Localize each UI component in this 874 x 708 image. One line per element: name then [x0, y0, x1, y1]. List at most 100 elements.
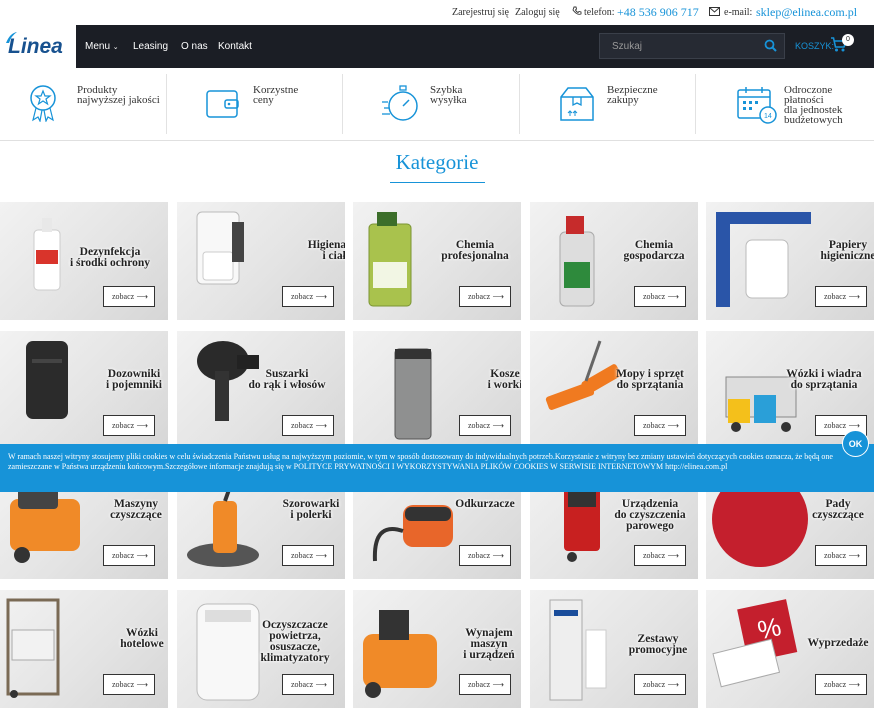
category-tile[interactable]: Dozowniki i pojemniki zobacz ⟶ [0, 331, 168, 449]
category-title-line: czyszczące [812, 509, 864, 521]
view-button-label: zobacz [112, 680, 135, 689]
category-title: Pady czyszczące [794, 498, 874, 521]
category-tile[interactable]: Wózki hotelowe zobacz ⟶ [0, 590, 168, 708]
category-title-line: parowego [626, 520, 674, 532]
view-category-button[interactable]: zobacz ⟶ [634, 545, 686, 566]
benefit-safe: Bezpieczne zakupy [520, 68, 695, 140]
view-button-label: zobacz [468, 421, 491, 430]
cookie-ok-button[interactable]: OK [842, 430, 869, 457]
view-category-button[interactable]: zobacz ⟶ [282, 545, 334, 566]
category-title-line: i pojemniki [106, 379, 162, 391]
view-button-label: zobacz [291, 421, 314, 430]
view-button-label: zobacz [468, 292, 491, 301]
top-bar: Zarejestruj się Zaloguj się telefon: +48… [0, 0, 874, 25]
nav-leasing[interactable]: Leasing [133, 41, 168, 52]
arrow-right-icon: ⟶ [136, 292, 148, 301]
view-category-button[interactable]: zobacz ⟶ [103, 286, 155, 307]
view-category-button[interactable]: zobacz ⟶ [103, 545, 155, 566]
view-category-button[interactable]: zobacz ⟶ [459, 545, 511, 566]
view-category-button[interactable]: zobacz ⟶ [459, 415, 511, 436]
arrow-right-icon: ⟶ [492, 551, 504, 560]
category-title: Chemia profesjonalna [431, 239, 519, 262]
benefit-quality: Produkty najwyższej jakości [0, 68, 166, 140]
view-category-button[interactable]: zobacz ⟶ [634, 286, 686, 307]
benefit-line: budżetowych [784, 114, 843, 126]
search-icon[interactable] [764, 39, 777, 52]
view-category-button[interactable]: zobacz ⟶ [103, 415, 155, 436]
view-category-button[interactable]: zobacz ⟶ [282, 415, 334, 436]
calendar-icon: 14 [737, 87, 777, 124]
phone-icon [572, 6, 582, 19]
view-category-button[interactable]: zobacz ⟶ [103, 674, 155, 695]
stopwatch-icon [382, 85, 418, 121]
cart-label[interactable]: KOSZYK: [795, 41, 834, 51]
category-title-line: i ciała [322, 250, 345, 262]
view-category-button[interactable]: zobacz ⟶ [459, 286, 511, 307]
view-category-button[interactable]: zobacz ⟶ [634, 415, 686, 436]
category-tile[interactable]: Wynajem maszyn i urządzeń zobacz ⟶ [353, 590, 521, 708]
arrow-right-icon: ⟶ [492, 680, 504, 689]
view-category-button[interactable]: zobacz ⟶ [282, 286, 334, 307]
view-category-button[interactable]: zobacz ⟶ [815, 286, 867, 307]
nav-about[interactable]: O nas [181, 41, 208, 52]
category-title: Urządzenia do czyszczenia parowego [606, 498, 694, 532]
view-button-label: zobacz [824, 680, 847, 689]
main-navbar: Menu ⌄ Leasing O nas Kontakt Szukaj KOSZ… [76, 25, 874, 68]
login-link[interactable]: Zaloguj się [515, 7, 560, 18]
arrow-right-icon: ⟶ [136, 421, 148, 430]
category-tile[interactable]: % Wyprzedaże zobacz ⟶ [706, 590, 874, 708]
email-link[interactable]: sklep@elinea.com.pl [756, 5, 857, 20]
category-title: Wózki i wiadra do sprzątania [780, 368, 868, 391]
category-tile[interactable]: Oczyszczacze powietrza, osuszacze, klimatyz… [177, 590, 345, 708]
category-tile[interactable]: Kosze i worki zobacz ⟶ [353, 331, 521, 449]
logo-area[interactable]: Linea [0, 25, 76, 68]
search-input[interactable]: Szukaj [599, 33, 785, 59]
view-button-label: zobacz [291, 680, 314, 689]
view-button-label: zobacz [643, 551, 666, 560]
view-category-button[interactable]: zobacz ⟶ [634, 674, 686, 695]
benefit-line: zakupy [607, 94, 639, 106]
phone-link[interactable]: +48 536 906 717 [617, 5, 699, 20]
category-title-line: i polerki [290, 509, 332, 521]
arrow-right-icon: ⟶ [315, 551, 327, 560]
email-label: e-mail: [724, 7, 753, 18]
chevron-down-icon: ⌄ [112, 44, 119, 51]
category-tile[interactable]: Higiena rąki ciała zobacz⟶ [177, 202, 345, 320]
category-title: Oczyszczacze powietrza, osuszacze, klimatyz… [251, 619, 339, 664]
category-tile[interactable]: Chemia gospodarcza zobacz ⟶ [530, 202, 698, 320]
category-tile[interactable]: Chemia profesjonalna zobacz ⟶ [353, 202, 521, 320]
view-category-button[interactable]: zobacz ⟶ [815, 545, 867, 566]
arrow-right-icon: ⟶ [667, 551, 679, 560]
category-tile[interactable]: Zestawy promocyjne zobacz ⟶ [530, 590, 698, 708]
logo[interactable]: Linea [8, 35, 63, 59]
category-title-line: klimatyzatory [260, 652, 330, 664]
category-title: Higiena rąki ciała [293, 239, 345, 262]
category-title: Zestawy promocyjne [614, 633, 698, 656]
category-title-line: i środki ochrony [69, 257, 151, 269]
product-image [6, 598, 60, 698]
view-button-label: zobacz [468, 551, 491, 560]
benefit-prices: Korzystne ceny [167, 68, 342, 140]
category-title-line: promocyjne [628, 644, 688, 656]
view-category-button[interactable]: zobacz ⟶ [459, 674, 511, 695]
category-title: Dozowniki i pojemniki [90, 368, 168, 391]
view-category-button[interactable]: zobacz ⟶ [815, 674, 867, 695]
view-button-label: zobacz [824, 551, 847, 560]
view-button-label: zobacz [291, 292, 314, 301]
categories-title: Kategorie [395, 150, 479, 174]
category-tile[interactable]: Dezynfekcja i środki ochrony zobacz ⟶ [0, 202, 168, 320]
category-title: Kosze i worki [461, 368, 521, 391]
view-button-label: zobacz [468, 680, 491, 689]
category-title: Wynajem maszyn i urządzeń [445, 627, 521, 661]
cookie-text: W ramach naszej witryny stosujemy pliki … [8, 452, 833, 471]
category-tile[interactable]: Papiery higieniczne zobacz ⟶ [706, 202, 874, 320]
view-button-label: zobacz [824, 292, 847, 301]
category-tile[interactable]: Suszarki do rąk i włosów zobacz ⟶ [177, 331, 345, 449]
nav-contact[interactable]: Kontakt [218, 41, 252, 52]
nav-menu[interactable]: Menu ⌄ [85, 41, 119, 52]
search-placeholder: Szukaj [612, 41, 643, 52]
arrow-right-icon: ⟶ [315, 680, 327, 689]
register-link[interactable]: Zarejestruj się [452, 7, 509, 18]
category-tile[interactable]: Mopy i sprzęt do sprzątania zobacz ⟶ [530, 331, 698, 449]
view-category-button[interactable]: zobacz ⟶ [282, 674, 334, 695]
